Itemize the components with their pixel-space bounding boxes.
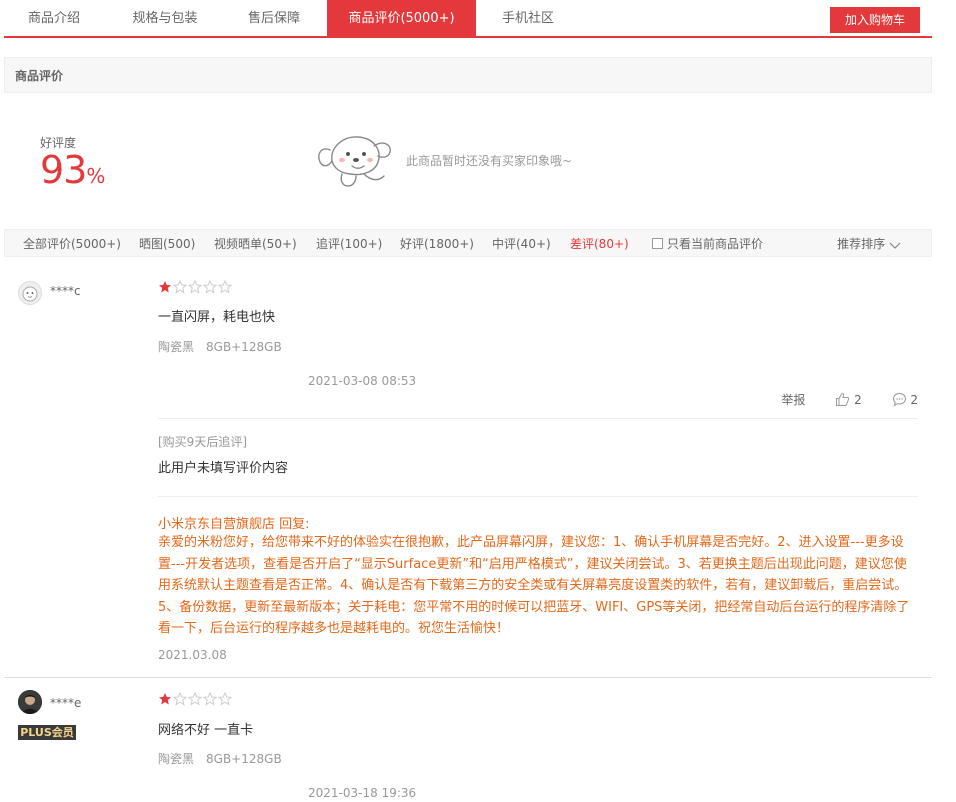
spec-storage: 8GB+128GB [206,752,282,766]
review-date: 2021-03-08 08:53 [308,374,417,388]
empty-impression-note: 此商品暂时还没有买家印象哦~ [406,154,573,168]
comment-button[interactable]: 2 [892,392,918,407]
section-title: 商品评价 [15,69,64,83]
thumbs-up-icon [836,392,850,406]
only-current-label[interactable]: 只看当前商品评价 [667,230,763,258]
seller-reply-date: 2021.03.08 [158,648,227,662]
tab-specs-packaging[interactable]: 规格与包装 [112,0,218,36]
star-empty-icon [188,692,202,706]
star-empty-icon [203,280,217,294]
star-filled-icon [159,281,171,293]
review-text: 一直闪屏，耗电也快 [158,310,276,325]
section-header: 商品评价 [4,57,932,93]
comment-count: 2 [910,392,918,407]
review-separator [4,677,932,678]
star-rating [158,692,233,706]
tab-after-sales[interactable]: 售后保障 [226,0,322,36]
review-product-spec: 陶瓷黑 8GB+128GB [158,750,294,767]
filter-neutral[interactable]: 中评(40+) [492,230,551,258]
spec-storage: 8GB+128GB [206,340,282,354]
review-actions: 举报 2 2 [781,391,918,408]
avatar [18,690,42,714]
star-empty-icon [173,692,187,706]
rating-unit: % [86,164,106,188]
chevron-down-icon [889,242,901,249]
plus-member-badge: PLUS会员 [18,725,76,740]
sort-label: 推荐排序 [837,237,886,251]
like-button[interactable]: 2 [835,392,862,407]
divider [158,496,918,497]
star-filled-icon [159,693,171,705]
filter-positive[interactable]: 好评(1800+) [400,230,474,258]
filter-photos[interactable]: 晒图(500) [139,230,195,258]
review-username: ****c [50,284,81,298]
avatar [18,281,42,305]
seller-reply-title: 小米京东自营旗舰店 回复: [158,517,310,532]
followup-tag: [购买9天后追评] [158,435,247,449]
filter-negative[interactable]: 差评(80+) [570,230,629,258]
report-link[interactable]: 举报 [781,391,805,408]
comment-bubble-icon [892,392,906,407]
rating-number: 93 [40,148,87,192]
review-date: 2021-03-18 19:36 [308,786,417,800]
mascot-dog-icon [318,136,391,187]
like-count: 2 [854,392,862,407]
tab-phone-community[interactable]: 手机社区 [478,0,578,36]
user-photo-icon [18,690,42,714]
default-avatar-icon [22,286,38,302]
tab-reviews[interactable]: 商品评价(5000+) [327,0,476,36]
filter-all[interactable]: 全部评价(5000+) [23,230,121,258]
seller-reply-body: 亲爱的米粉您好，给您带来不好的体验实在很抱歉，此产品屏幕闪屏，建议您：1、确认手… [158,535,910,636]
rating-value: 93% [40,148,105,192]
star-empty-icon [173,280,187,294]
star-empty-icon [218,280,232,294]
spec-color: 陶瓷黑 [158,340,195,354]
filter-videos[interactable]: 视频晒单(50+) [214,230,297,258]
only-current-checkbox[interactable] [652,238,663,249]
star-empty-icon [218,692,232,706]
filter-followups[interactable]: 追评(100+) [316,230,382,258]
tab-product-intro[interactable]: 商品介绍 [4,0,104,36]
star-empty-icon [188,280,202,294]
star-rating [158,280,233,294]
star-empty-icon [203,692,217,706]
review-filter-bar: 全部评价(5000+) 晒图(500) 视频晒单(50+) 追评(100+) 好… [4,229,932,257]
add-to-cart-button[interactable]: 加入购物车 [830,7,920,33]
sort-dropdown[interactable]: 推荐排序 [837,230,901,258]
review-username: ****e [50,696,82,710]
review-text: 网络不好 一直卡 [158,723,254,738]
review-product-spec: 陶瓷黑 8GB+128GB [158,338,294,355]
product-tab-bar: 商品介绍 规格与包装 售后保障 商品评价(5000+) 手机社区 加入购物车 [4,0,932,38]
followup-text: 此用户未填写评价内容 [158,461,289,476]
divider [158,418,918,419]
spec-color: 陶瓷黑 [158,752,195,766]
